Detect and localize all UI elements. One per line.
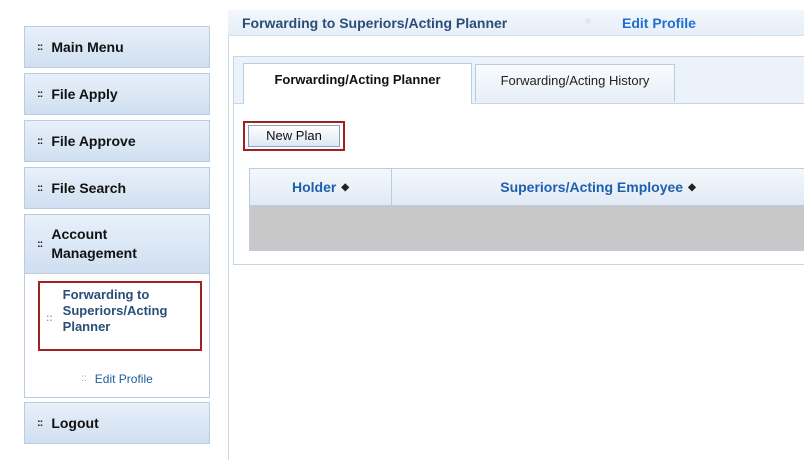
plan-grid: Holder ◆ Superiors/Acting Employee ◆	[249, 168, 804, 251]
sidebar-item-label: File Approve	[51, 133, 136, 149]
bullet-icon: ::	[46, 313, 53, 324]
sidebar-item-label: File Apply	[51, 86, 118, 102]
sidebar-item-file-search[interactable]: :: File Search	[24, 167, 210, 209]
grid-header: Holder ◆ Superiors/Acting Employee ◆	[250, 169, 804, 206]
sidebar-item-file-approve[interactable]: :: File Approve	[24, 120, 210, 162]
bullet-icon: ::	[37, 41, 43, 53]
submenu-item-forwarding-selected[interactable]: :: Forwarding to Superiors/Acting Planne…	[38, 281, 202, 351]
grid-empty-body	[250, 206, 804, 250]
sidebar-item-label: Main Menu	[51, 39, 124, 55]
tab-forwarding-history[interactable]: Forwarding/Acting History	[475, 64, 675, 102]
sidebar-item-logout[interactable]: :: Logout	[24, 402, 210, 444]
column-label: Superiors/Acting Employee	[500, 179, 684, 195]
sidebar-item-label: Logout	[51, 415, 99, 431]
bullet-icon: ::	[37, 182, 43, 194]
submenu-item-label: Forwarding to Superiors/Acting Planner	[62, 287, 168, 334]
sidebar-item-main-menu[interactable]: :: Main Menu	[24, 26, 210, 68]
tab-label: Forwarding/Acting History	[500, 73, 650, 88]
submenu-item-edit-profile[interactable]: :: Edit Profile	[24, 362, 210, 395]
page-title: Forwarding to Superiors/Acting Planner	[242, 15, 508, 31]
new-plan-button[interactable]: New Plan	[248, 125, 340, 147]
column-label: Holder	[291, 179, 337, 195]
bullet-icon: ::	[37, 417, 43, 429]
column-header-holder[interactable]: Holder ◆	[250, 169, 391, 205]
bullet-icon: ::	[37, 238, 43, 250]
tab-label: Forwarding/Acting Planner	[274, 72, 441, 87]
sidebar-item-file-apply[interactable]: :: File Apply	[24, 73, 210, 115]
column-header-superiors-acting-employee[interactable]: Superiors/Acting Employee ◆	[392, 169, 804, 205]
tab-strip: Forwarding/Acting Planner Forwarding/Act…	[234, 57, 804, 104]
breadcrumb-bar: Forwarding to Superiors/Acting Planner E…	[228, 10, 804, 36]
content-left-border	[228, 10, 229, 460]
bullet-icon: ::	[37, 88, 43, 100]
bullet-icon: ::	[37, 135, 43, 147]
submenu-item-label: Edit Profile	[94, 371, 153, 386]
edit-profile-link[interactable]: Edit Profile	[622, 15, 696, 31]
new-plan-highlight: New Plan	[243, 121, 345, 151]
sidebar-item-label: Account Management	[51, 226, 137, 261]
sort-icon: ◆	[341, 181, 350, 193]
sort-icon: ◆	[688, 181, 696, 193]
bullet-icon: ::	[81, 373, 87, 384]
tab-forwarding-planner[interactable]: Forwarding/Acting Planner	[243, 63, 472, 104]
sidebar-item-label: File Search	[51, 180, 127, 196]
separator-dot	[585, 18, 591, 24]
sidebar-item-account-management[interactable]: :: Account Management	[24, 214, 210, 274]
